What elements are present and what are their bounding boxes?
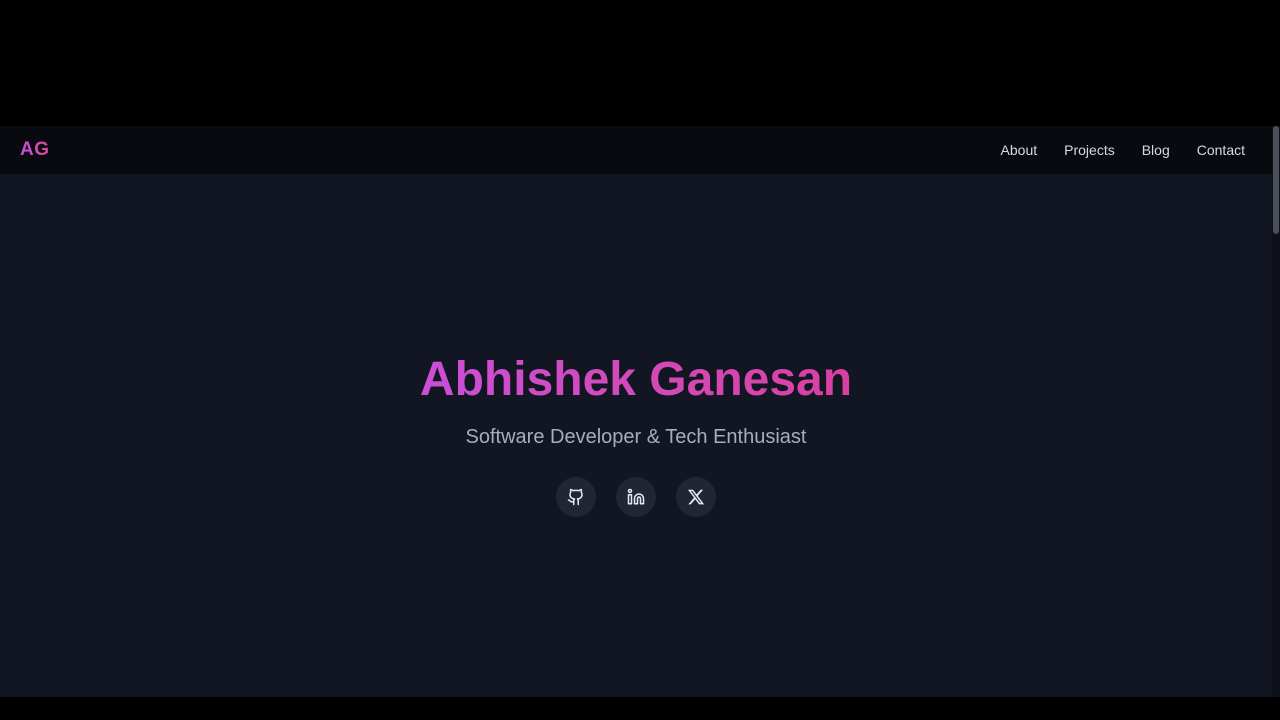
github-button[interactable]	[556, 477, 596, 517]
hero-section: Abhishek Ganesan Software Developer & Te…	[0, 174, 1272, 697]
site-header: AG About Projects Blog Contact	[0, 126, 1272, 174]
nav-link-about[interactable]: About	[1001, 142, 1038, 158]
linkedin-button[interactable]	[616, 477, 656, 517]
hero-tagline: Software Developer & Tech Enthusiast	[465, 426, 807, 448]
main-nav: About Projects Blog Contact	[1001, 142, 1245, 158]
browser-viewport: AG About Projects Blog Contact Abhishek …	[0, 126, 1280, 697]
nav-link-projects[interactable]: Projects	[1064, 142, 1115, 158]
social-links	[556, 477, 716, 517]
x-icon	[687, 488, 705, 506]
scrollbar-thumb[interactable]	[1273, 126, 1279, 234]
nav-link-blog[interactable]: Blog	[1142, 142, 1170, 158]
github-icon	[567, 488, 585, 506]
linkedin-icon	[627, 488, 645, 506]
x-button[interactable]	[676, 477, 716, 517]
site-logo[interactable]: AG	[20, 139, 50, 161]
page-scrollbar[interactable]	[1272, 126, 1280, 697]
nav-link-contact[interactable]: Contact	[1197, 142, 1245, 158]
hero-name: Abhishek Ganesan	[419, 353, 853, 406]
